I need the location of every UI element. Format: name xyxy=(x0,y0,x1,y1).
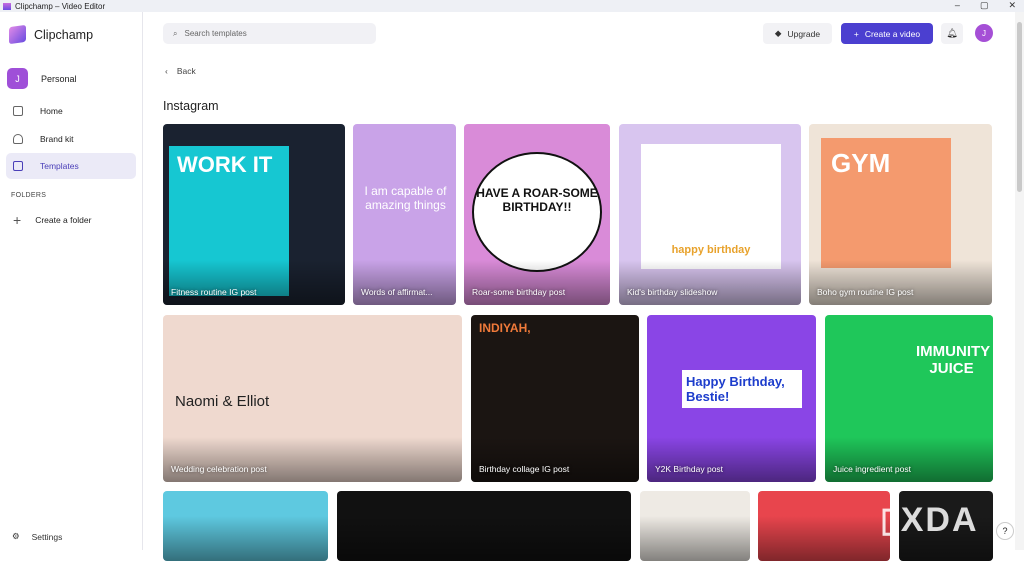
search-placeholder: Search templates xyxy=(184,29,247,38)
back-button[interactable]: ‹ Back xyxy=(165,66,196,76)
template-card[interactable] xyxy=(337,491,631,561)
brand-name: Clipchamp xyxy=(34,27,94,42)
home-icon xyxy=(13,106,23,116)
upgrade-label: Upgrade xyxy=(787,28,821,39)
create-label: Create a video xyxy=(864,28,921,39)
minimize-button[interactable]: – xyxy=(955,0,960,11)
account-name: Personal xyxy=(41,73,77,84)
nav-label: Home xyxy=(40,106,63,116)
template-card[interactable]: WORK IT Fitness routine IG post xyxy=(163,124,345,305)
brand-kit-icon xyxy=(13,134,23,144)
template-label: Fitness routine IG post xyxy=(171,287,257,297)
template-poster-text: INDIYAH, xyxy=(479,321,531,335)
template-label: Kid's birthday slideshow xyxy=(627,287,718,297)
plus-icon: + xyxy=(853,28,859,39)
template-poster-text: Happy Birthday, Bestie! xyxy=(682,370,802,408)
app-icon xyxy=(3,2,11,10)
gear-icon: ⚙ xyxy=(12,531,20,541)
template-card[interactable] xyxy=(640,491,750,561)
folders-heading: FOLDERS xyxy=(11,192,47,199)
template-card[interactable]: Naomi & Elliot Wedding celebration post xyxy=(163,315,462,482)
close-button[interactable]: ✕ xyxy=(1008,0,1016,11)
nav-label: Create a folder xyxy=(35,215,92,225)
account-avatar: J xyxy=(7,68,28,89)
xda-watermark: ▯XDA xyxy=(880,501,979,539)
question-icon: ? xyxy=(1002,526,1008,536)
clipchamp-logo-icon xyxy=(9,24,26,45)
account-switcher[interactable]: J Personal xyxy=(7,68,77,89)
template-card[interactable] xyxy=(758,491,890,561)
chevron-left-icon: ‹ xyxy=(165,66,168,76)
template-card[interactable]: GYM Boho gym routine IG post xyxy=(809,124,992,305)
diamond-icon: ◆ xyxy=(774,28,782,38)
template-label: Words of affirmat... xyxy=(361,287,433,297)
sidebar-item-home[interactable]: Home xyxy=(6,98,136,124)
plus-icon: + xyxy=(13,212,22,228)
template-poster-text: Naomi & Elliot xyxy=(175,393,270,410)
search-input[interactable]: ⌕ Search templates xyxy=(163,23,376,44)
help-button[interactable]: ? xyxy=(996,522,1014,540)
create-video-button[interactable]: + Create a video xyxy=(841,23,933,44)
search-icon: ⌕ xyxy=(173,28,178,38)
template-label: Boho gym routine IG post xyxy=(817,287,914,297)
user-avatar[interactable]: J xyxy=(975,24,993,42)
brand-logo[interactable]: Clipchamp xyxy=(9,24,94,45)
sidebar-item-brand-kit[interactable]: Brand kit xyxy=(6,126,136,152)
template-label: Juice ingredient post xyxy=(833,464,911,474)
template-poster-text: GYM xyxy=(821,138,951,268)
title-bar: Clipchamp – Video Editor – ▢ ✕ xyxy=(0,0,1024,12)
notifications-button[interactable]: 🔔︎ xyxy=(941,23,963,44)
settings-button[interactable]: ⚙ Settings xyxy=(12,531,62,542)
template-card[interactable]: INDIYAH, Birthday collage IG post xyxy=(471,315,639,482)
template-card[interactable]: I am capable of amazing things Words of a… xyxy=(353,124,456,305)
sidebar: Clipchamp J Personal Home Brand kit Templ… xyxy=(0,12,143,550)
templates-icon xyxy=(13,161,23,171)
template-label: Wedding celebration post xyxy=(171,464,267,474)
nav-label: Templates xyxy=(40,161,79,171)
window-title: Clipchamp – Video Editor xyxy=(15,1,106,11)
scrollbar-thumb[interactable] xyxy=(1017,22,1022,192)
upgrade-button[interactable]: ◆ Upgrade xyxy=(763,23,832,44)
bell-icon: 🔔︎ xyxy=(946,28,958,38)
template-poster-text: WORK IT xyxy=(169,146,289,296)
settings-label: Settings xyxy=(31,531,63,542)
maximize-button[interactable]: ▢ xyxy=(980,0,989,11)
template-label: Birthday collage IG post xyxy=(479,464,570,474)
scrollbar[interactable] xyxy=(1015,12,1024,550)
nav-label: Brand kit xyxy=(40,134,74,144)
sidebar-item-templates[interactable]: Templates xyxy=(6,153,136,179)
template-label: Y2K Birthday post xyxy=(655,464,724,474)
template-card[interactable]: IMMUNITY JUICE Juice ingredient post xyxy=(825,315,993,482)
template-card[interactable]: Happy Birthday, Bestie! Y2K Birthday post xyxy=(647,315,816,482)
template-poster-text: I am capable of amazing things xyxy=(364,184,447,212)
template-card[interactable] xyxy=(163,491,328,561)
template-label: Roar-some birthday post xyxy=(472,287,566,297)
page-title: Instagram xyxy=(163,99,219,113)
template-poster-text: HAVE A ROAR-SOME BIRTHDAY!! xyxy=(472,152,602,272)
template-card[interactable]: HAVE A ROAR-SOME BIRTHDAY!! Roar-some bir… xyxy=(464,124,610,305)
create-folder-button[interactable]: + Create a folder xyxy=(6,207,136,233)
back-label: Back xyxy=(176,66,196,76)
template-poster-text: happy birthday xyxy=(641,144,781,269)
template-card[interactable]: happy birthday Kid's birthday slideshow xyxy=(619,124,801,305)
template-poster-text: IMMUNITY JUICE xyxy=(910,315,993,482)
